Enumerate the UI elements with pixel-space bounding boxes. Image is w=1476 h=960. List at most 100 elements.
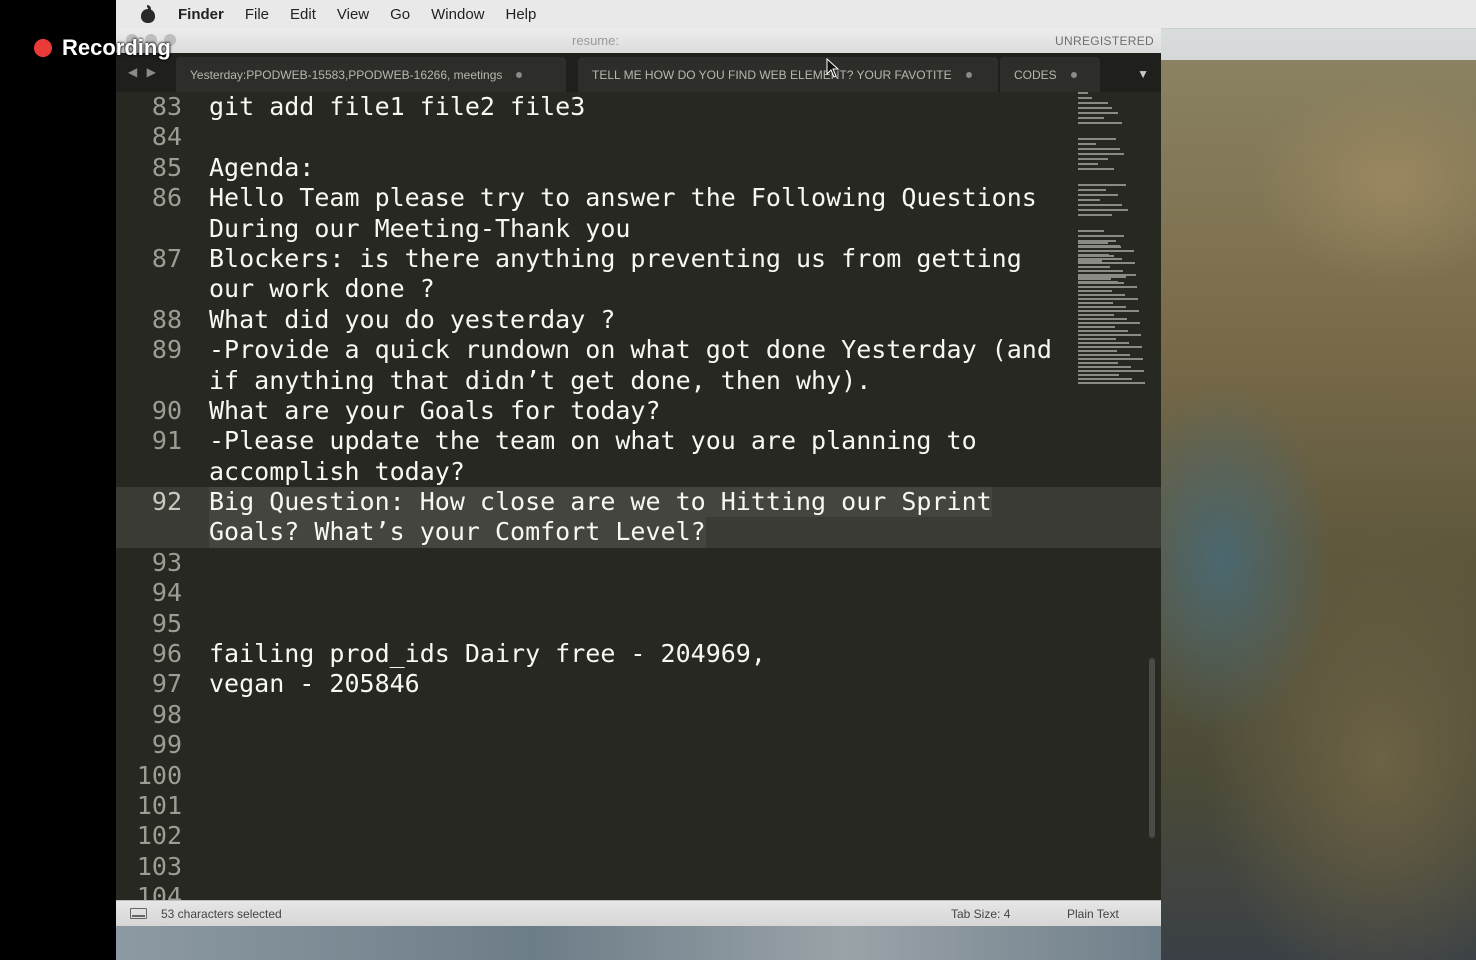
menu-edit[interactable]: Edit [290, 6, 316, 23]
minimap-line [1078, 107, 1112, 109]
code-line[interactable]: 92 Big Question: How close are we to Hitt… [116, 487, 1161, 518]
code-line[interactable]: 89 -Provide a quick rundown on what got d… [116, 335, 1161, 365]
panel-toggle-icon[interactable] [130, 908, 147, 919]
code-line[interactable]: 96 failing prod_ids Dairy free - 204969, [116, 639, 1161, 669]
code-line[interactable]: 104 [116, 882, 1161, 900]
line-text[interactable]: -Please update the team on what you are … [209, 426, 977, 456]
syntax-selector[interactable]: Plain Text [1067, 907, 1119, 921]
menu-window[interactable]: Window [431, 6, 484, 23]
line-text[interactable]: accomplish today? [209, 457, 465, 487]
code-line[interactable]: 83 git add file1 file2 file3 [116, 92, 1161, 122]
minimap-line [1078, 318, 1127, 320]
line-number: 103 [136, 851, 182, 881]
line-text[interactable]: What are your Goals for today? [209, 396, 661, 426]
code-line[interactable]: 93 [116, 548, 1161, 578]
line-number: 85 [151, 152, 182, 182]
code-line[interactable]: 101 [116, 791, 1161, 821]
line-text[interactable]: failing prod_ids Dairy free - 204969, [209, 639, 766, 669]
recording-dot-icon [34, 39, 52, 57]
minimap[interactable] [1078, 92, 1146, 384]
code-line[interactable]: if anything that didn’t get done, then w… [116, 366, 1161, 396]
line-text[interactable]: During our Meeting-Thank you [209, 214, 630, 244]
line-number: 92 [151, 487, 182, 517]
line-text[interactable]: Big Question: How close are we to Hittin… [209, 487, 992, 518]
line-text[interactable]: What did you do yesterday ? [209, 305, 615, 335]
line-text[interactable]: Agenda: [209, 153, 314, 183]
minimap-line [1078, 298, 1138, 300]
code-line[interactable]: 99 [116, 730, 1161, 760]
code-line[interactable]: our work done ? [116, 274, 1161, 304]
code-line[interactable]: 98 [116, 700, 1161, 730]
line-text[interactable]: vegan - 205846 [209, 669, 420, 699]
line-text[interactable]: Blockers: is there anything preventing u… [209, 244, 1022, 274]
code-line[interactable]: 85 Agenda: [116, 153, 1161, 183]
apple-menu-icon[interactable] [140, 5, 156, 23]
menu-finder[interactable]: Finder [178, 6, 224, 23]
minimap-line [1078, 194, 1118, 196]
code-line[interactable]: 102 [116, 821, 1161, 851]
minimap-line [1078, 314, 1114, 316]
line-number: 100 [136, 760, 182, 790]
minimap-line [1078, 282, 1124, 284]
code-line[interactable]: 90 What are your Goals for today? [116, 396, 1161, 426]
tab-yesterday[interactable]: Yesterday:PPODWEB-15583,PPODWEB-16266, m… [176, 57, 566, 92]
code-line[interactable]: 87 Blockers: is there anything preventing… [116, 244, 1161, 274]
code-line[interactable]: 88 What did you do yesterday ? [116, 305, 1161, 335]
minimap-line [1078, 199, 1100, 201]
line-number: 86 [151, 183, 182, 213]
code-line[interactable]: 91 -Please update the team on what you ar… [116, 426, 1161, 456]
minimap-line [1078, 246, 1121, 248]
tab-size-selector[interactable]: Tab Size: 4 [951, 907, 1010, 921]
menu-file[interactable]: File [245, 6, 269, 23]
line-number: 99 [151, 730, 182, 760]
minimap-line [1078, 102, 1108, 104]
tab-dropdown-icon[interactable]: ▼ [1137, 67, 1149, 81]
line-text[interactable]: -Provide a quick rundown on what got don… [209, 335, 1052, 365]
code-line[interactable]: 94 [116, 578, 1161, 608]
minimap-line [1078, 366, 1131, 368]
code-line[interactable]: 84 [116, 122, 1161, 152]
minimap-line [1078, 278, 1111, 280]
unsaved-dot-icon[interactable] [516, 71, 523, 78]
tab-nav-arrows-icon[interactable]: ◀ ▶ [128, 65, 159, 79]
line-number: 101 [136, 790, 182, 820]
line-number: 88 [151, 304, 182, 334]
line-text[interactable]: Hello Team please try to answer the Foll… [209, 183, 1037, 213]
tab-codes[interactable]: CODES [1000, 57, 1100, 92]
screen-left-border [0, 0, 116, 960]
tab-web-element[interactable]: TELL ME HOW DO YOU FIND WEB ELEMENT? YOU… [578, 57, 998, 92]
minimap-line [1078, 306, 1126, 308]
code-line[interactable]: 97 vegan - 205846 [116, 669, 1161, 699]
unsaved-dot-icon[interactable] [1070, 71, 1077, 78]
minimap-line [1078, 342, 1129, 344]
code-line[interactable]: During our Meeting-Thank you [116, 214, 1161, 244]
code-line[interactable]: 86 Hello Team please try to answer the Fo… [116, 183, 1161, 213]
status-bar: 53 characters selected Tab Size: 4 Plain… [116, 900, 1161, 926]
vertical-scrollbar[interactable] [1149, 658, 1155, 838]
code-line[interactable]: 95 [116, 609, 1161, 639]
minimap-line [1078, 294, 1125, 296]
minimap-line [1078, 122, 1122, 124]
window-titlebar[interactable]: resume: UNREGISTERED [116, 28, 1161, 54]
code-line[interactable]: 100 [116, 761, 1161, 791]
line-text[interactable]: our work done ? [209, 274, 435, 304]
editor-window: resume: UNREGISTERED ◀ ▶ Yesterday:PPODW… [116, 28, 1161, 926]
code-line[interactable]: 103 [116, 852, 1161, 882]
window-title-wrap: resume: [116, 33, 1161, 48]
line-number: 93 [151, 547, 182, 577]
text-editor[interactable]: 83 git add file1 file2 file3 84 85 Agenda: 86… [116, 92, 1161, 900]
line-text[interactable]: Goals? What’s your Comfort Level? [209, 517, 706, 548]
unregistered-label: UNREGISTERED [1055, 34, 1154, 48]
code-line[interactable]: accomplish today? [116, 457, 1161, 487]
menu-view[interactable]: View [337, 6, 369, 23]
line-text[interactable]: if anything that didn’t get done, then w… [209, 366, 871, 396]
menu-help[interactable]: Help [506, 6, 537, 23]
unsaved-dot-icon[interactable] [965, 71, 972, 78]
minimap-line [1078, 163, 1098, 165]
minimap-line [1078, 148, 1120, 150]
line-number: 94 [151, 578, 182, 608]
menu-go[interactable]: Go [390, 6, 410, 23]
line-number: 97 [151, 669, 182, 699]
code-line[interactable]: Goals? What’s your Comfort Level? [116, 517, 1161, 548]
line-text[interactable]: git add file1 file2 file3 [209, 92, 585, 122]
